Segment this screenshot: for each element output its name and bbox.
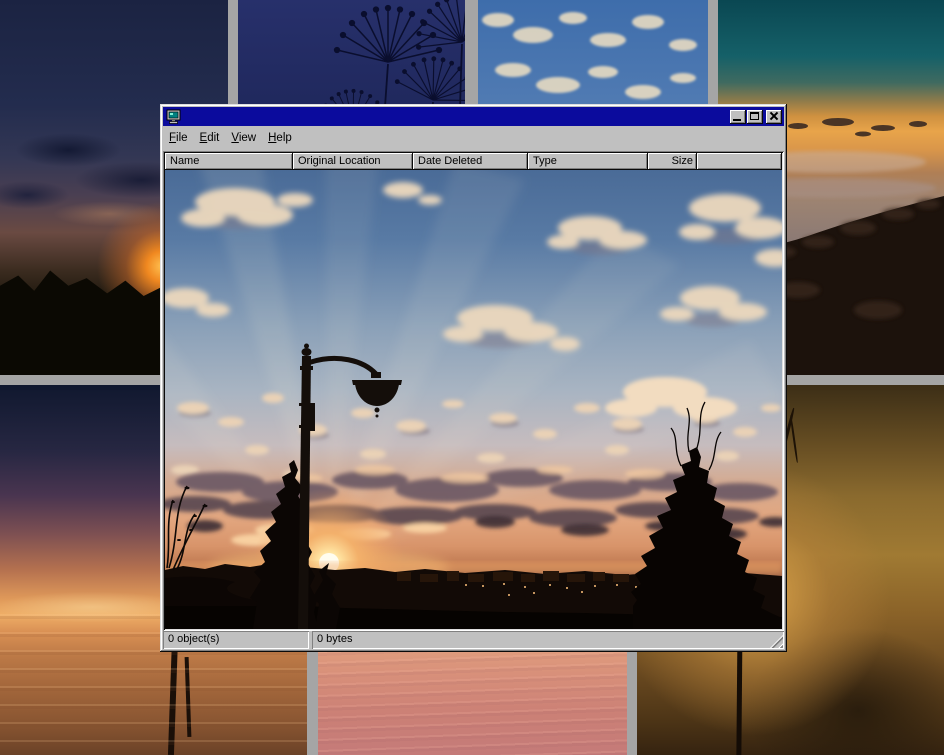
menu-item-view[interactable]: View: [225, 130, 262, 146]
maximize-button[interactable]: [747, 110, 763, 124]
status-bar: 0 object(s) 0 bytes: [163, 631, 784, 649]
column-header-date-deleted[interactable]: Date Deleted: [413, 153, 528, 170]
grass-silhouette: [790, 415, 799, 463]
column-header-row: Name Original Location Date Deleted Type…: [165, 153, 782, 170]
menu-bar: File Edit View Help: [163, 128, 784, 147]
desktop: { "window": { "icon_name": "computer-ico…: [0, 0, 944, 755]
water-post: [168, 637, 178, 755]
menu-item-edit[interactable]: Edit: [194, 130, 226, 146]
column-header-name[interactable]: Name: [165, 153, 293, 170]
menu-item-file[interactable]: File: [163, 130, 194, 146]
maximize-icon: [750, 112, 759, 120]
close-button[interactable]: [766, 110, 782, 124]
menu-item-help[interactable]: Help: [262, 130, 298, 146]
column-header-type[interactable]: Type: [528, 153, 648, 170]
title-bar[interactable]: [163, 107, 784, 126]
minimize-icon: [733, 119, 741, 121]
computer-icon: [166, 109, 182, 124]
status-object-count: 0 object(s): [163, 631, 309, 649]
minimize-button[interactable]: [730, 110, 746, 124]
close-icon: [769, 111, 778, 121]
file-list-area: Name Original Location Date Deleted Type…: [163, 151, 784, 631]
water-post: [185, 657, 192, 737]
column-header-filler: [697, 153, 782, 170]
column-header-original-location[interactable]: Original Location: [293, 153, 413, 170]
list-viewport-sunset-photo[interactable]: [165, 170, 782, 629]
column-header-size[interactable]: Size: [648, 153, 697, 170]
status-size: 0 bytes: [312, 631, 784, 649]
recycle-bin-window: File Edit View Help Name Original Locati…: [160, 104, 787, 652]
resize-grip[interactable]: [770, 635, 783, 648]
sunset-lamp-photo: [165, 170, 782, 629]
